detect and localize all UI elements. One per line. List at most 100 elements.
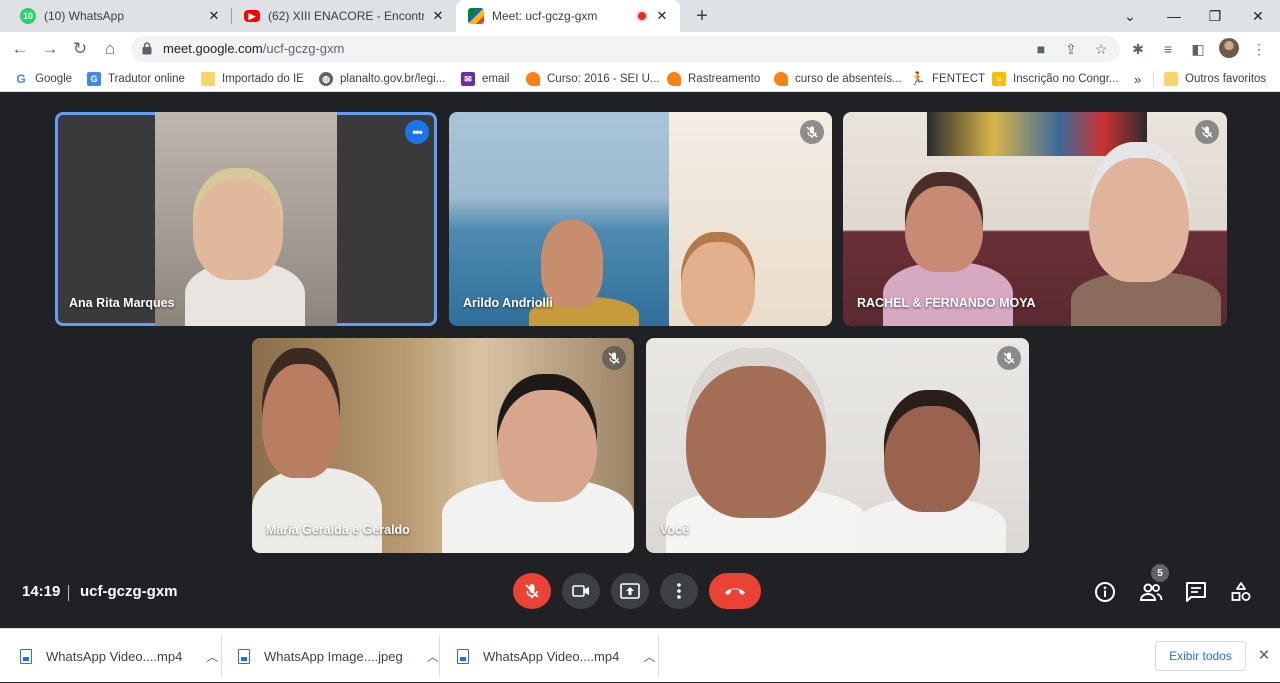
bookmark-outros-favoritos[interactable]: Outros favoritos	[1164, 71, 1266, 87]
bookmark-tradutor[interactable]: G Tradutor online	[87, 71, 185, 87]
participant-name: RACHEL & FERNANDO MOYA	[857, 296, 1036, 310]
download-separator	[439, 635, 440, 677]
moodle-icon	[774, 72, 788, 86]
bookmark-label: Importado do IE	[222, 73, 304, 85]
moodle-icon	[526, 72, 540, 86]
bookmark-curso-absenteismo[interactable]: curso de absenteís...	[774, 71, 902, 87]
extensions-icon[interactable]: ✱	[1129, 40, 1147, 58]
chevron-up-icon[interactable]: ︿	[206, 648, 218, 665]
participant-tile-voce[interactable]: Você	[646, 338, 1029, 553]
chevron-up-icon[interactable]: ︿	[643, 648, 655, 665]
more-options-icon[interactable]: •••	[405, 120, 429, 144]
person-face	[193, 168, 283, 280]
tab-search-button[interactable]: ⌄	[1108, 0, 1152, 32]
person-face	[905, 172, 983, 272]
leave-call-button[interactable]	[709, 573, 761, 609]
camera-permission-icon[interactable]: ■	[1032, 40, 1050, 58]
side-panel-icon[interactable]: ◧	[1189, 40, 1207, 58]
google-meet-icon	[468, 8, 484, 24]
url-host: meet.google.com	[163, 41, 263, 56]
activities-icon	[1231, 582, 1251, 601]
mic-off-icon	[525, 584, 539, 599]
tab-youtube[interactable]: ▶ (62) XIII ENACORE - Encontro Ana ✕	[232, 0, 456, 32]
mic-off-icon	[1195, 120, 1219, 144]
reload-button[interactable]: ↻	[68, 37, 92, 61]
download-separator	[221, 635, 222, 677]
youtube-icon: ▶	[244, 10, 260, 22]
bookmarks-bar: G Google G Tradutor online Importado do …	[0, 66, 1280, 92]
people-button[interactable]	[1139, 580, 1163, 604]
bookmark-fentect[interactable]: 🏃 FENTECT	[909, 71, 985, 87]
chat-button[interactable]	[1184, 580, 1208, 604]
bookmarks-divider	[1153, 71, 1154, 87]
bookmark-google[interactable]: G Google	[14, 71, 72, 87]
more-bookmarks-button[interactable]: »	[1134, 71, 1141, 87]
restore-button[interactable]: ❐	[1193, 0, 1237, 32]
menu-kebab-icon[interactable]: ⋮	[1250, 40, 1268, 58]
person-icon: 🏃	[909, 71, 927, 86]
bookmark-rastreamento[interactable]: Rastreamento	[667, 71, 760, 87]
bookmark-email[interactable]: ✉ email	[461, 71, 509, 87]
tab-title: (10) WhatsApp	[44, 9, 125, 23]
close-tab-icon[interactable]: ✕	[654, 8, 670, 24]
share-icon[interactable]: ⇪	[1062, 40, 1080, 58]
tab-meet[interactable]: Meet: ucf-gczg-gxm ✕	[456, 0, 680, 32]
activities-button[interactable]	[1229, 580, 1253, 604]
more-options-button[interactable]	[660, 573, 698, 609]
bookmark-inscricao[interactable]: ≡ Inscrição no Congr...	[992, 71, 1118, 87]
close-downloads-icon[interactable]: ✕	[1255, 646, 1273, 664]
tab-title: (62) XIII ENACORE - Encontro Ana	[268, 9, 424, 23]
person-face	[884, 390, 980, 512]
participant-tile-maria-geraldo[interactable]: Maria Geralda e Geraldo	[252, 338, 634, 553]
participant-tile-arildo[interactable]: Arildo Andriolli	[449, 112, 832, 326]
participant-tile-rachel-fernando[interactable]: RACHEL & FERNANDO MOYA	[843, 112, 1227, 326]
forward-button[interactable]: →	[38, 37, 62, 61]
bookmark-label: Outros favoritos	[1185, 73, 1267, 85]
info-icon	[1095, 582, 1115, 602]
profile-avatar[interactable]	[1219, 38, 1239, 58]
toggle-microphone-button[interactable]	[513, 573, 551, 609]
image-file-icon	[238, 648, 250, 664]
home-button[interactable]: ⌂	[98, 37, 122, 61]
tab-whatsapp[interactable]: 10 (10) WhatsApp ✕	[8, 0, 232, 32]
folder-icon	[201, 72, 215, 86]
people-count-badge: 5	[1151, 564, 1169, 582]
close-tab-icon[interactable]: ✕	[206, 8, 222, 24]
download-item[interactable]: WhatsApp Video....mp4 ︿	[457, 629, 655, 683]
participant-tile-ana-rita[interactable]: Ana Rita Marques •••	[55, 112, 437, 326]
new-tab-button[interactable]: +	[690, 4, 714, 28]
bookmark-label: Curso: 2016 - SEI U...	[547, 73, 660, 85]
mic-off-icon	[800, 120, 824, 144]
form-icon: ≡	[992, 72, 1006, 86]
bookmark-label: planalto.gov.br/legi...	[340, 73, 446, 85]
bookmark-curso-sei[interactable]: Curso: 2016 - SEI U...	[526, 71, 660, 87]
meeting-clock: 14:19	[22, 583, 61, 600]
show-all-downloads-button[interactable]: Exibir todos	[1155, 641, 1246, 671]
moodle-icon	[667, 72, 681, 86]
bottom-bar-divider	[68, 585, 69, 601]
hang-up-icon	[725, 588, 745, 595]
chevron-up-icon[interactable]: ︿	[427, 648, 439, 665]
address-bar[interactable]: meet.google.com/ucf-gczg-gxm ■ ⇪ ☆	[131, 36, 1120, 62]
close-tab-icon[interactable]: ✕	[430, 8, 446, 24]
bookmark-star-icon[interactable]: ☆	[1092, 40, 1110, 58]
toggle-camera-button[interactable]	[562, 573, 600, 609]
close-window-button[interactable]: ✕	[1236, 0, 1280, 32]
recording-icon	[636, 10, 648, 22]
present-screen-button[interactable]	[611, 573, 649, 609]
media-controls-icon[interactable]: ≡	[1159, 40, 1177, 58]
bookmark-label: curso de absenteís...	[795, 73, 902, 85]
camera-icon	[572, 585, 589, 597]
download-item[interactable]: WhatsApp Video....mp4 ︿	[20, 629, 218, 683]
participant-name: Arildo Andriolli	[463, 296, 553, 310]
person-face	[1089, 142, 1189, 282]
minimize-button[interactable]: —	[1152, 0, 1196, 32]
bookmark-planalto[interactable]: ◍ planalto.gov.br/legi...	[319, 71, 445, 87]
download-item[interactable]: WhatsApp Image....jpeg ︿	[238, 629, 439, 683]
bookmark-importado[interactable]: Importado do IE	[201, 71, 304, 87]
download-separator	[658, 635, 659, 677]
more-vert-icon	[677, 583, 681, 599]
participant-name: Você	[660, 523, 689, 537]
meeting-details-button[interactable]	[1093, 580, 1117, 604]
back-button[interactable]: ←	[8, 37, 32, 61]
